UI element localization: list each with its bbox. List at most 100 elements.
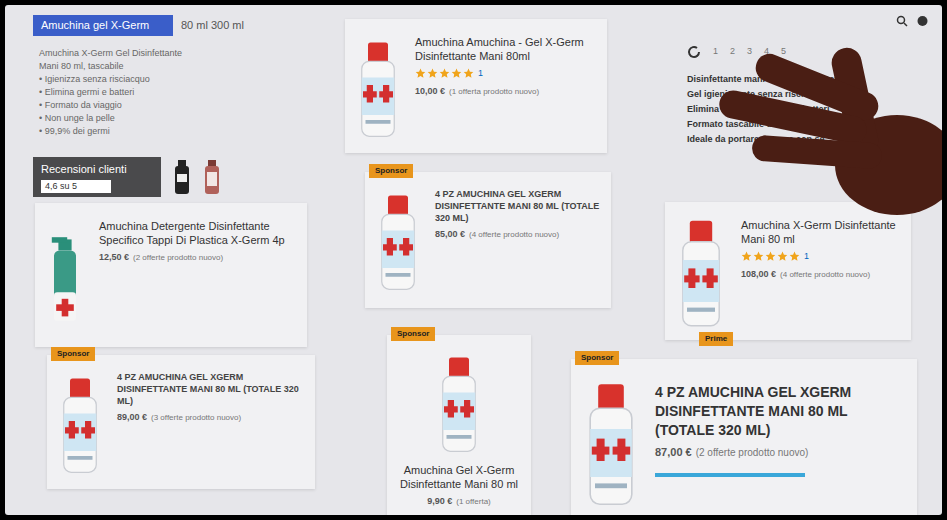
card-text: Amuchina Detergente Disinfettante Specif… [99,219,299,265]
feature-line: Amuchina X-Germ Gel Disinfettante [39,47,308,59]
star-icon [741,251,752,262]
star-icon [753,251,764,262]
price-row: 10,00 € (1 offerta prodotto nuovo) [415,85,599,99]
price-row: 108,00 € (4 offerte prodotto nuovo) [741,268,903,282]
rating-row: 1 [741,250,903,264]
product-card[interactable]: Amuchina Amuchina - Gel X-Germ Disinfett… [345,19,607,153]
card-body: Amuchina Detergente Disinfettante Specif… [43,211,299,339]
card-text: 4 PZ AMUCHINA GEL XGERM DISINFETTANTE MA… [117,371,307,425]
price: 87,00 € [655,444,692,461]
collage: Amuchina gel X-Germ80 ml 300 mlAmuchina … [5,5,942,515]
product-title[interactable]: 4 PZ AMUCHINA GEL XGERM DISINFETTANTE MA… [435,188,603,224]
product-title[interactable]: 4 PZ AMUCHINA GEL XGERM DISINFETTANTE MA… [117,371,307,407]
feature-line: • Igienizza senza risciacquo [39,73,308,85]
offers-link[interactable]: (4 offerte prodotto nuovo) [469,229,559,241]
card-body: 4 PZ AMUCHINA GEL XGERM DISINFETTANTE MA… [579,367,909,515]
gel-bottle-icon [373,188,423,298]
bottle-silhouette-icon [203,160,221,194]
cart-icon[interactable] [916,15,929,27]
reviews-strip: Recensioni clienti 4,6 su 5 [33,157,221,197]
offers-link[interactable]: (3 offerte prodotto nuovo) [151,412,241,424]
badge: Sponsor [51,347,95,361]
price: 108,00 € [741,268,776,282]
price-row: 12,50 €(2 offerte prodotto nuovo) [99,251,299,265]
badge: Sponsor [369,164,413,178]
star-icon [463,68,474,79]
page-link[interactable]: 1 [713,45,718,59]
star-icon [415,68,426,79]
card-body: 4 PZ AMUCHINA GEL XGERM DISINFETTANTE MA… [55,363,307,481]
offers-link[interactable]: (1 offerta) [456,496,491,508]
feature-list: Amuchina X-Germ Gel DisinfettanteMani 80… [33,47,308,137]
rating-count[interactable]: 1 [804,250,809,264]
reviews-label: Recensioni clienti [41,161,153,178]
star-icon [439,68,450,79]
card-text: 4 PZ AMUCHINA GEL XGERM DISINFETTANTE MA… [435,188,603,242]
product-title[interactable]: Amuchina X-Germ Disinfettante Mani 80 ml [741,218,903,246]
star-icon [451,68,462,79]
rating-row: 1 [415,67,599,81]
gel-bottle-icon [434,351,484,459]
offers-link[interactable]: (2 offerte prodotto nuovo) [696,445,809,460]
product-card[interactable]: 4 PZ AMUCHINA GEL XGERM DISINFETTANTE MA… [47,355,315,489]
bottle-silhouette-icon [173,160,191,194]
progress-bar [655,473,805,477]
card-body: Amuchina X-Germ Disinfettante Mani 80 ml… [673,210,903,330]
refresh-icon[interactable] [687,45,701,59]
price-row: 9,90 € (1 offerta) [427,495,491,509]
price: 9,90 € [427,495,452,509]
card-text: Amuchina X-Germ Disinfettante Mani 80 ml… [741,218,903,281]
feature-line: • 99,9% dei germi [39,125,308,137]
product-card[interactable]: Amuchina Detergente Disinfettante Specif… [35,203,307,347]
page-links: 12345 [687,45,937,59]
badge: Sponsor [575,351,619,365]
product-title[interactable]: Amuchina Gel X-Germ Disinfettante Mani 8… [395,463,523,491]
offers-link[interactable]: (1 offerta prodotto nuovo) [449,86,539,98]
card-text: 4 PZ AMUCHINA GEL XGERM DISINFETTANTE MA… [655,375,909,477]
product-card[interactable]: Amuchina Gel X-Germ Disinfettante Mani 8… [387,335,531,515]
page-link[interactable]: 3 [747,45,752,59]
search-snippet: Amuchina gel X-Germ80 ml 300 mlAmuchina … [33,15,308,145]
badge: Prime [699,332,733,346]
price: 10,00 € [415,85,445,99]
price-row: 85,00 € (4 offerte prodotto nuovo) [435,228,603,242]
feature-line: • Non unge la pelle [39,112,308,124]
product-title[interactable]: Amuchina Amuchina - Gel X-Germ Disinfett… [415,35,599,63]
detail-toolbar [687,15,937,27]
offers-link[interactable]: (2 offerte prodotto nuovo) [133,252,223,264]
card-body: Amuchina Amuchina - Gel X-Germ Disinfett… [353,27,599,145]
product-title[interactable]: Amuchina Detergente Disinfettante Specif… [99,219,299,247]
search-tail: 80 ml 300 ml [181,17,244,34]
product-card[interactable]: Amuchina X-Germ Disinfettante Mani 80 ml… [665,202,911,340]
search-row: Amuchina gel X-Germ 80 ml 300 ml [33,15,308,36]
star-icon [777,251,788,262]
card-body: 4 PZ AMUCHINA GEL XGERM DISINFETTANTE MA… [373,180,603,298]
feature-line: • Formato da viaggio [39,99,308,111]
reviews-box[interactable]: Recensioni clienti 4,6 su 5 [33,157,161,197]
offers-link[interactable]: (4 offerte prodotto nuovo) [780,269,870,281]
reviews-value: 4,6 su 5 [41,180,111,194]
gel-bottle-icon [579,375,643,515]
product-title[interactable]: 4 PZ AMUCHINA GEL XGERM DISINFETTANTE MA… [655,383,909,440]
gel-bottle-icon [55,371,105,481]
rating-count[interactable]: 1 [478,67,483,81]
feature-line: Mani 80 ml, tascabile [39,60,308,72]
star-rating [415,68,474,79]
card-text: Amuchina Amuchina - Gel X-Germ Disinfett… [415,35,599,98]
star-icon [765,251,776,262]
search-field[interactable]: Amuchina gel X-Germ [33,15,173,36]
product-card[interactable]: 4 PZ AMUCHINA GEL XGERM DISINFETTANTE MA… [571,359,917,515]
spray-bottle-icon [43,219,87,339]
card-text: Amuchina Gel X-Germ Disinfettante Mani 8… [395,463,523,509]
page-link[interactable]: 2 [730,45,735,59]
price: 89,00 € [117,411,147,425]
feature-line: • Elimina germi e batteri [39,86,308,98]
gel-bottle-icon [673,218,729,330]
page-link[interactable]: 5 [781,45,786,59]
product-card[interactable]: 4 PZ AMUCHINA GEL XGERM DISINFETTANTE MA… [365,172,611,308]
price: 85,00 € [435,228,465,242]
search-icon[interactable] [896,15,908,27]
badge: Sponsor [391,327,435,341]
star-rating [741,251,800,262]
card-body: Amuchina Gel X-Germ Disinfettante Mani 8… [395,343,523,509]
